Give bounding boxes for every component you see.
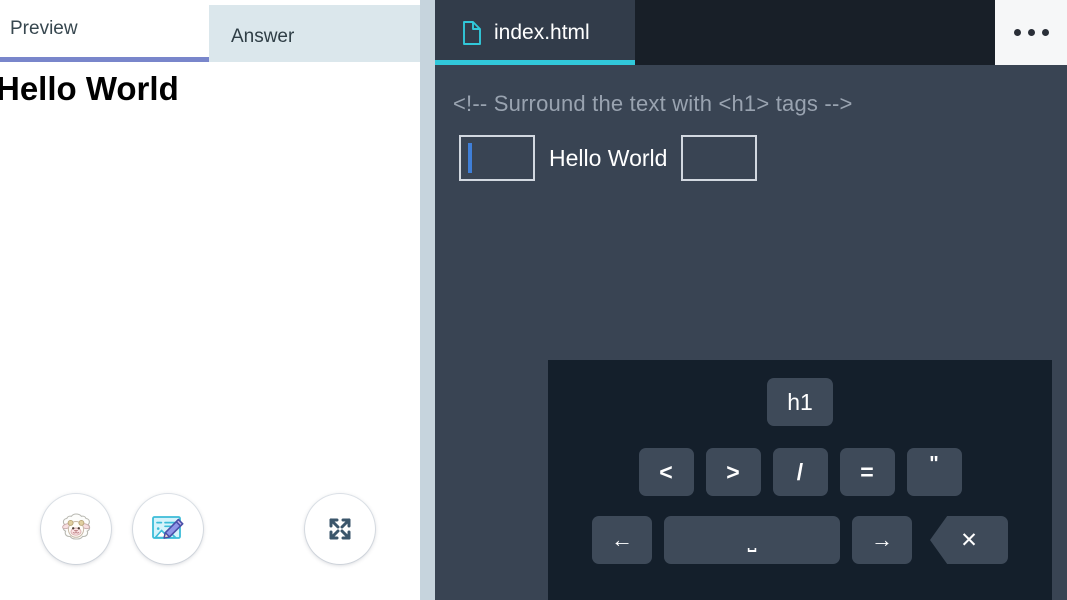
draw-edit-button[interactable] [133,494,203,564]
ellipsis-icon-dot-3 [1041,29,1049,36]
app-root: Preview Answer Hello World index.html <!… [0,0,1067,600]
key-arrow-right[interactable]: → [852,516,912,564]
preview-render-area: Hello World [0,62,420,600]
file-document-icon [461,20,483,46]
key-greater-than[interactable]: > [705,448,761,496]
virtual-keyboard: h1 < > / = " ← ⎵ → ✕ [548,360,1052,600]
key-quote[interactable]: " [906,448,962,496]
pane-divider[interactable] [420,0,435,600]
keyboard-row-actions: ← ⎵ → ✕ [548,516,1052,564]
key-h1[interactable]: h1 [767,378,833,426]
file-tab-label: index.html [494,20,590,44]
editor-tabbar-filler [635,0,995,65]
blank-input-before[interactable] [459,135,535,181]
key-slash[interactable]: / [772,448,828,496]
tab-answer-label: Answer [230,26,295,47]
key-less-than[interactable]: < [638,448,694,496]
preview-tabbar: Preview Answer [0,0,420,67]
blank-input-after[interactable] [681,135,758,181]
ellipsis-icon-dot-2 [1027,29,1035,36]
key-backspace[interactable]: ✕ [930,516,1008,564]
tool-button-row [0,492,420,572]
mascot-button[interactable] [41,494,111,564]
tab-preview[interactable]: Preview [0,0,209,62]
preview-heading: Hello World [0,70,179,107]
code-editor-panel: index.html <!-- Surround the text with <… [435,0,1067,600]
keyboard-row-tags: h1 [548,378,1052,426]
ellipsis-icon [1013,29,1021,36]
keyboard-row-symbols: < > / = " [548,448,1052,496]
preview-panel: Preview Answer Hello World [0,0,420,600]
code-comment-hint: <!-- Surround the text with <h1> tags --… [453,91,853,116]
sheep-icon [54,507,98,551]
tab-preview-label: Preview [10,17,78,39]
editor-tabbar: index.html [435,0,1067,65]
fullscreen-expand-icon [322,511,358,547]
image-edit-icon [145,506,191,552]
fullscreen-button[interactable] [305,494,375,564]
editor-menu-button[interactable] [995,0,1067,65]
code-answer-line: Hello World [453,135,1067,181]
text-caret [468,143,472,173]
tab-index-html[interactable]: index.html [435,0,635,65]
key-equals[interactable]: = [839,448,895,496]
key-space[interactable]: ⎵ [664,516,840,564]
code-static-text: Hello World [549,144,668,171]
tab-answer[interactable]: Answer [208,5,420,67]
key-arrow-left[interactable]: ← [592,516,652,564]
